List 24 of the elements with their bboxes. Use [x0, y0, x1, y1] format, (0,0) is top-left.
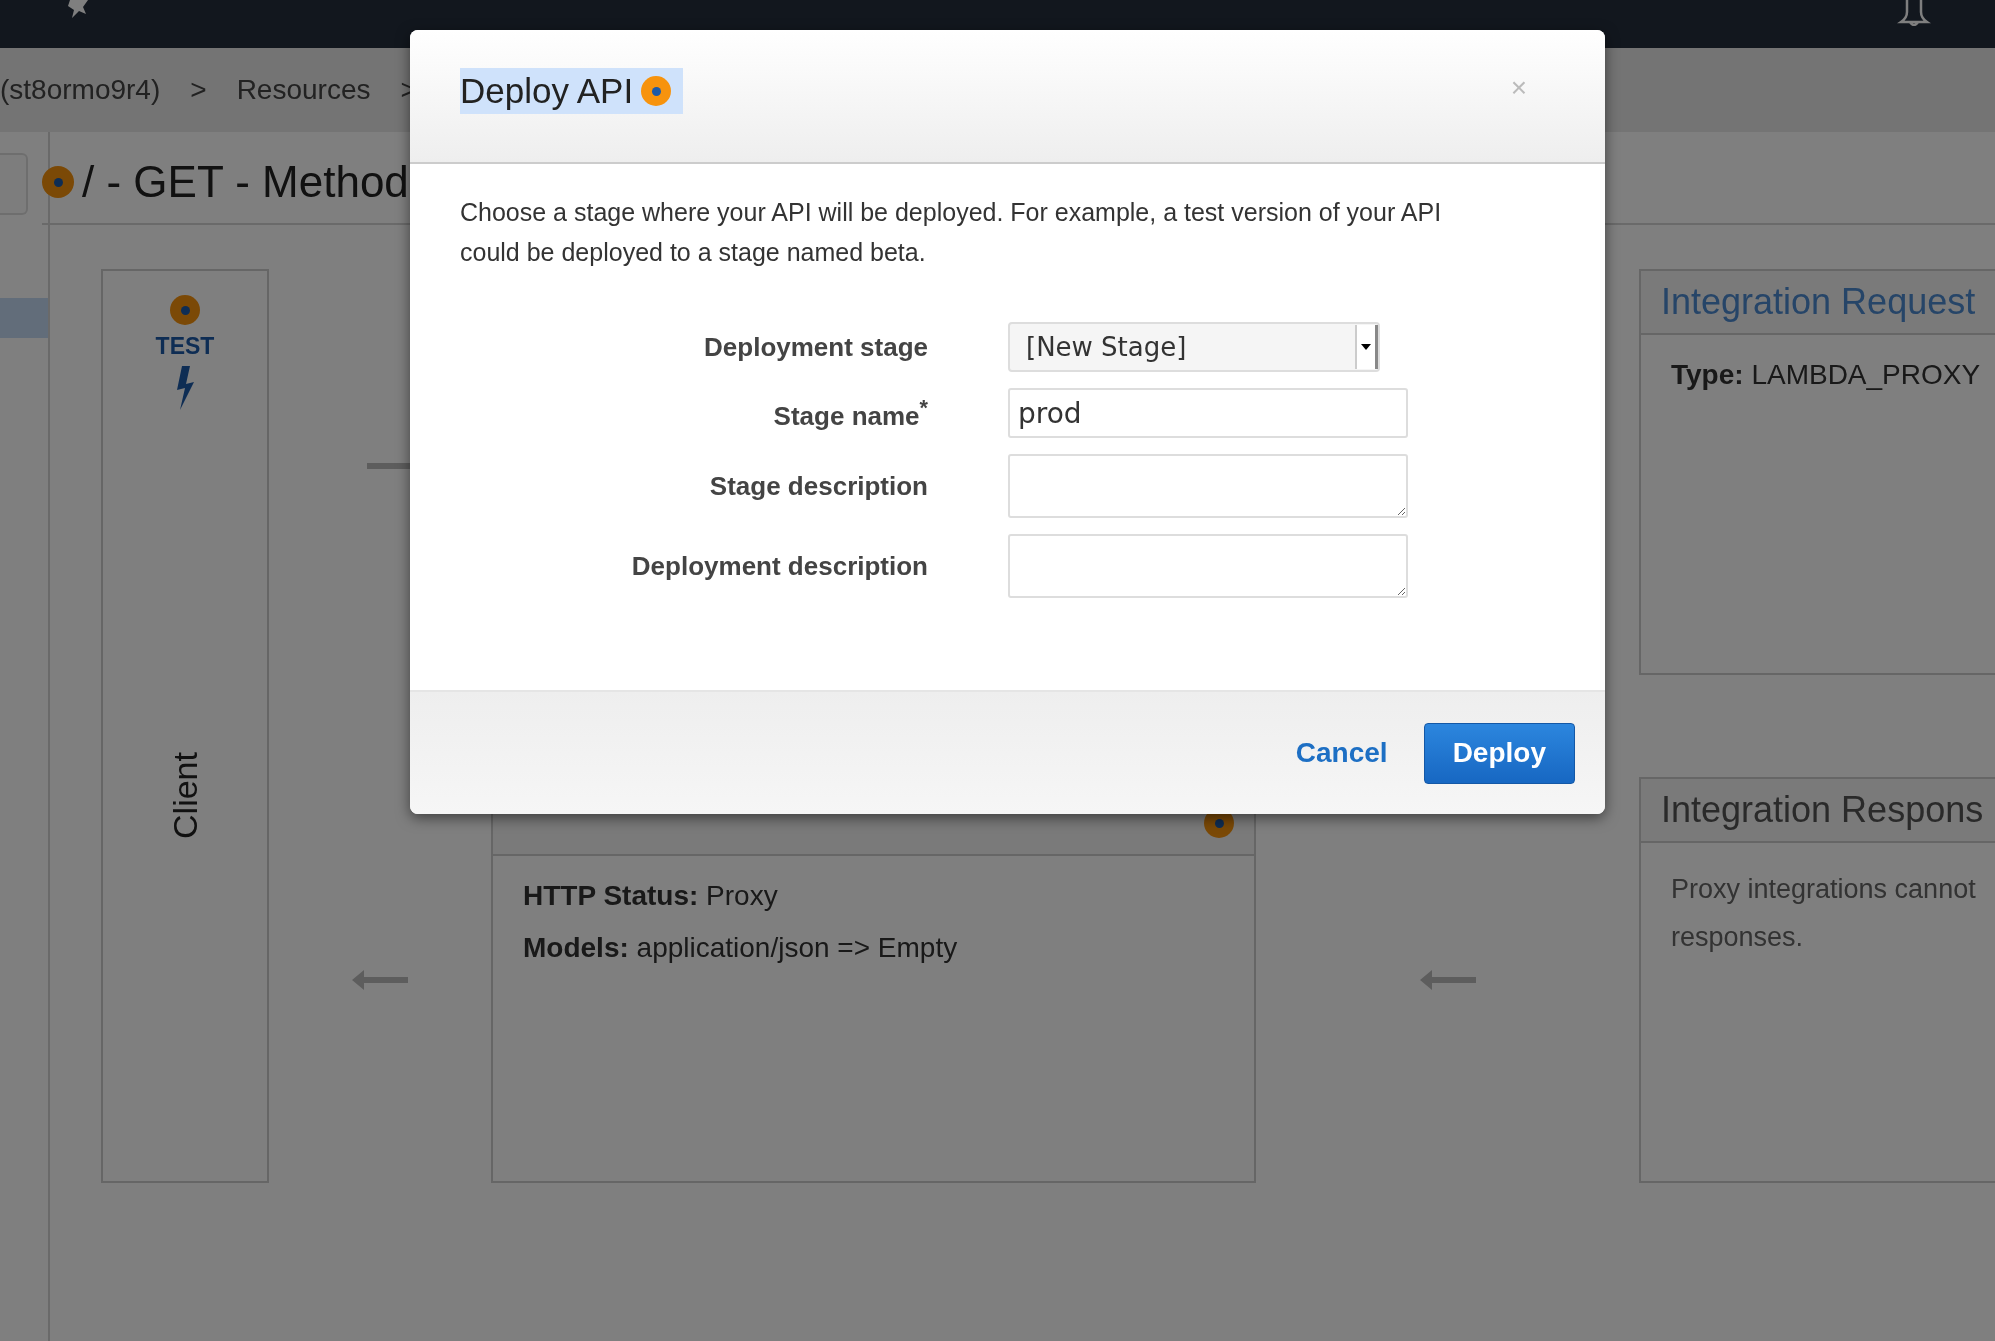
test-link[interactable]: TEST	[155, 333, 215, 360]
deploy-button[interactable]: Deploy	[1423, 722, 1575, 784]
breadcrumb-link[interactable]: (st8ormo9r4)	[0, 74, 161, 106]
panel-text: HTTP Status: Proxy	[523, 880, 779, 912]
page-title: / - GET - Method	[82, 157, 409, 207]
panel-title[interactable]: Integration Request	[1661, 281, 1995, 323]
breadcrumb-link[interactable]: Resources	[236, 74, 371, 106]
stage-name-field[interactable]: prod	[1008, 388, 1408, 438]
panel-text: Type: LAMBDA_PROXY	[1671, 359, 1982, 391]
dialog-description: Choose a stage where your API will be deployed. For example, a test version of your API could be deployed to a stage named beta.	[460, 197, 1443, 268]
panel-text: Models: application/json => Empty	[523, 932, 959, 964]
field-label: Deployment description	[631, 550, 928, 582]
field-label: Stage description	[709, 470, 928, 502]
panel-title[interactable]: Integration Respons	[1661, 789, 1995, 831]
stage-dropdown[interactable]: [New Stage]	[1008, 322, 1380, 372]
field-label: Deployment stage	[704, 331, 928, 363]
panel-text: responses.	[1671, 921, 1805, 954]
dialog-title: Deploy API	[460, 71, 635, 111]
breadcrumb-separator: >	[190, 74, 207, 106]
client-label: Client	[165, 752, 205, 839]
cancel-button[interactable]: Cancel	[1289, 729, 1394, 777]
field-label: Stage name$^{*}$	[773, 394, 928, 432]
panel-text: Proxy integrations cannot	[1671, 873, 1977, 906]
close-button[interactable]: ×	[1502, 68, 1535, 108]
